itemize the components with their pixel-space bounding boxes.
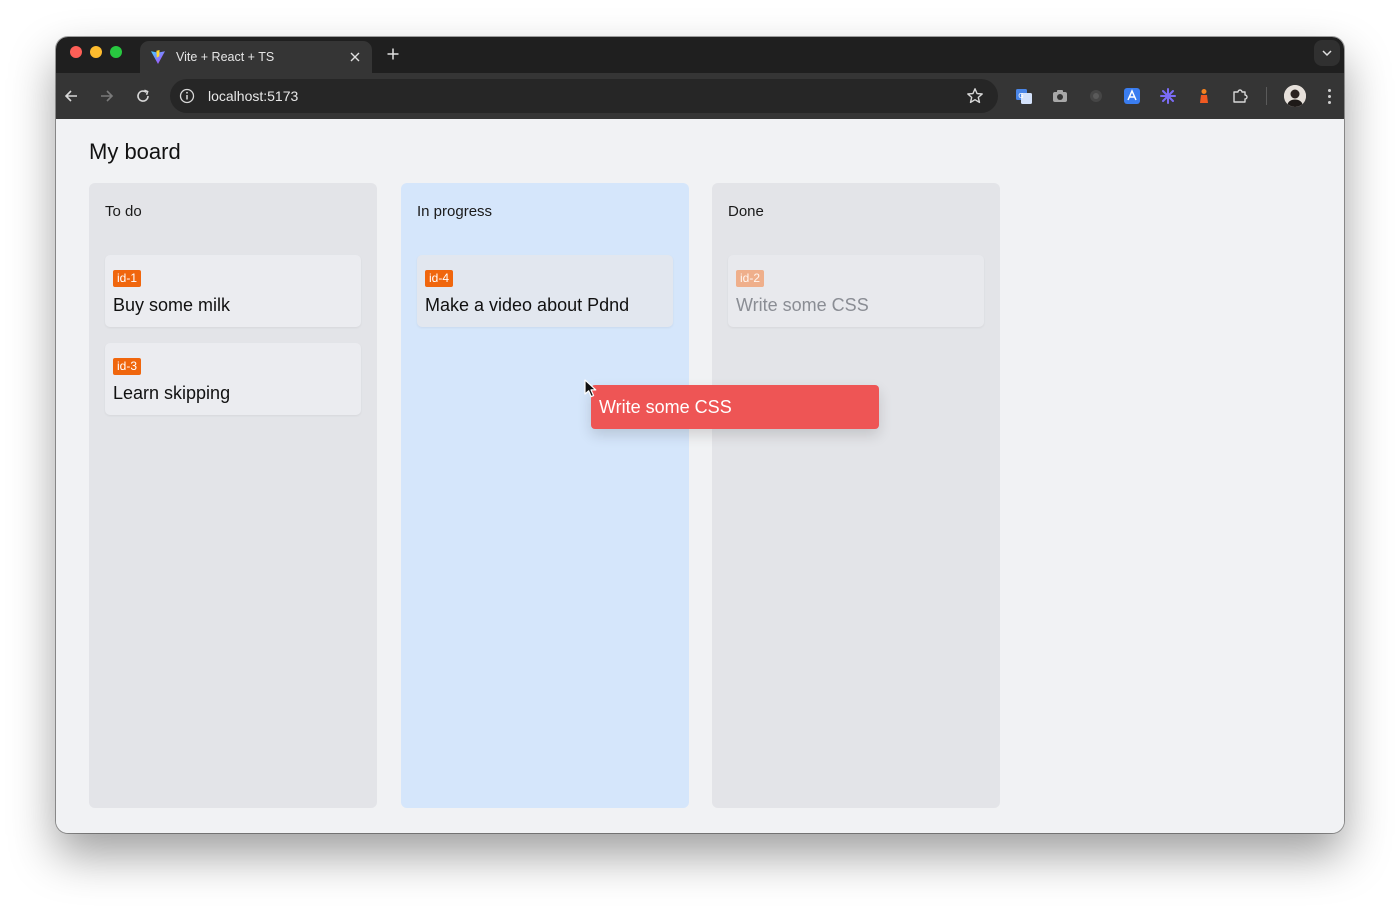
card-id-1[interactable]: id-1 Buy some milk xyxy=(105,255,361,327)
back-icon[interactable] xyxy=(60,85,82,107)
record-icon[interactable] xyxy=(1087,87,1105,105)
card-id-3[interactable]: id-3 Learn skipping xyxy=(105,343,361,415)
close-tab-icon[interactable] xyxy=(346,48,364,66)
bookmark-star-icon[interactable] xyxy=(966,87,984,105)
browser-window: Vite + React + TS localhost:5173 G My bo… xyxy=(56,37,1344,833)
url-text: localhost:5173 xyxy=(208,88,299,104)
reload-icon[interactable] xyxy=(132,85,154,107)
kebab-menu-icon[interactable] xyxy=(1322,86,1336,106)
forward-icon[interactable] xyxy=(96,85,118,107)
mouse-cursor-icon xyxy=(584,379,597,398)
column-title: In progress xyxy=(417,203,493,220)
tab-strip: Vite + React + TS xyxy=(56,37,1344,73)
camera-icon[interactable] xyxy=(1051,87,1069,105)
board-title: My board xyxy=(89,139,181,164)
column-in-progress: In progress id-4 Make a video about Pdnd xyxy=(401,183,689,808)
translate-icon[interactable]: G xyxy=(1015,87,1033,105)
site-info-icon[interactable] xyxy=(178,87,196,105)
page-content: My board To do id-1 Buy some milk id-3 L… xyxy=(56,119,1344,833)
new-tab-plus-icon[interactable] xyxy=(382,43,404,65)
browser-toolbar: localhost:5173 G xyxy=(56,73,1344,119)
close-window-button[interactable] xyxy=(70,46,82,58)
asterisk-icon[interactable] xyxy=(1159,87,1177,105)
card-id-badge: id-3 xyxy=(113,358,142,375)
minimize-window-button[interactable] xyxy=(90,46,102,58)
tab-search-chevron-icon[interactable] xyxy=(1314,40,1340,66)
card-text: Make a video about Pdnd xyxy=(425,295,630,315)
profile-avatar[interactable] xyxy=(1284,85,1306,107)
window-controls xyxy=(70,46,122,58)
column-done: Done id-2 Write some CSS xyxy=(712,183,1000,808)
column-title: To do xyxy=(105,203,142,220)
font-icon[interactable] xyxy=(1123,87,1141,105)
card-text: Learn skipping xyxy=(113,383,231,403)
card-id-badge: id-4 xyxy=(425,270,454,287)
card-id-2-dragging-placeholder[interactable]: id-2 Write some CSS xyxy=(728,255,984,327)
address-bar[interactable]: localhost:5173 xyxy=(170,79,998,113)
drag-preview-card[interactable]: Write some CSS xyxy=(591,385,879,429)
card-text: Buy some milk xyxy=(113,295,231,315)
card-id-badge: id-2 xyxy=(736,270,765,287)
svg-text:G: G xyxy=(1018,92,1023,100)
browser-tab[interactable]: Vite + React + TS xyxy=(140,41,372,73)
chess-icon[interactable] xyxy=(1195,87,1213,105)
toolbar-divider xyxy=(1266,87,1267,105)
maximize-window-button[interactable] xyxy=(110,46,122,58)
tab-title: Vite + React + TS xyxy=(176,50,275,64)
card-id-4[interactable]: id-4 Make a video about Pdnd xyxy=(417,255,673,327)
card-text: Write some CSS xyxy=(736,295,869,315)
card-id-badge: id-1 xyxy=(113,270,142,287)
vite-logo-icon xyxy=(150,49,166,65)
extensions-puzzle-icon[interactable] xyxy=(1231,87,1249,105)
column-title: Done xyxy=(728,203,764,220)
column-todo: To do id-1 Buy some milk id-3 Learn skip… xyxy=(89,183,377,808)
